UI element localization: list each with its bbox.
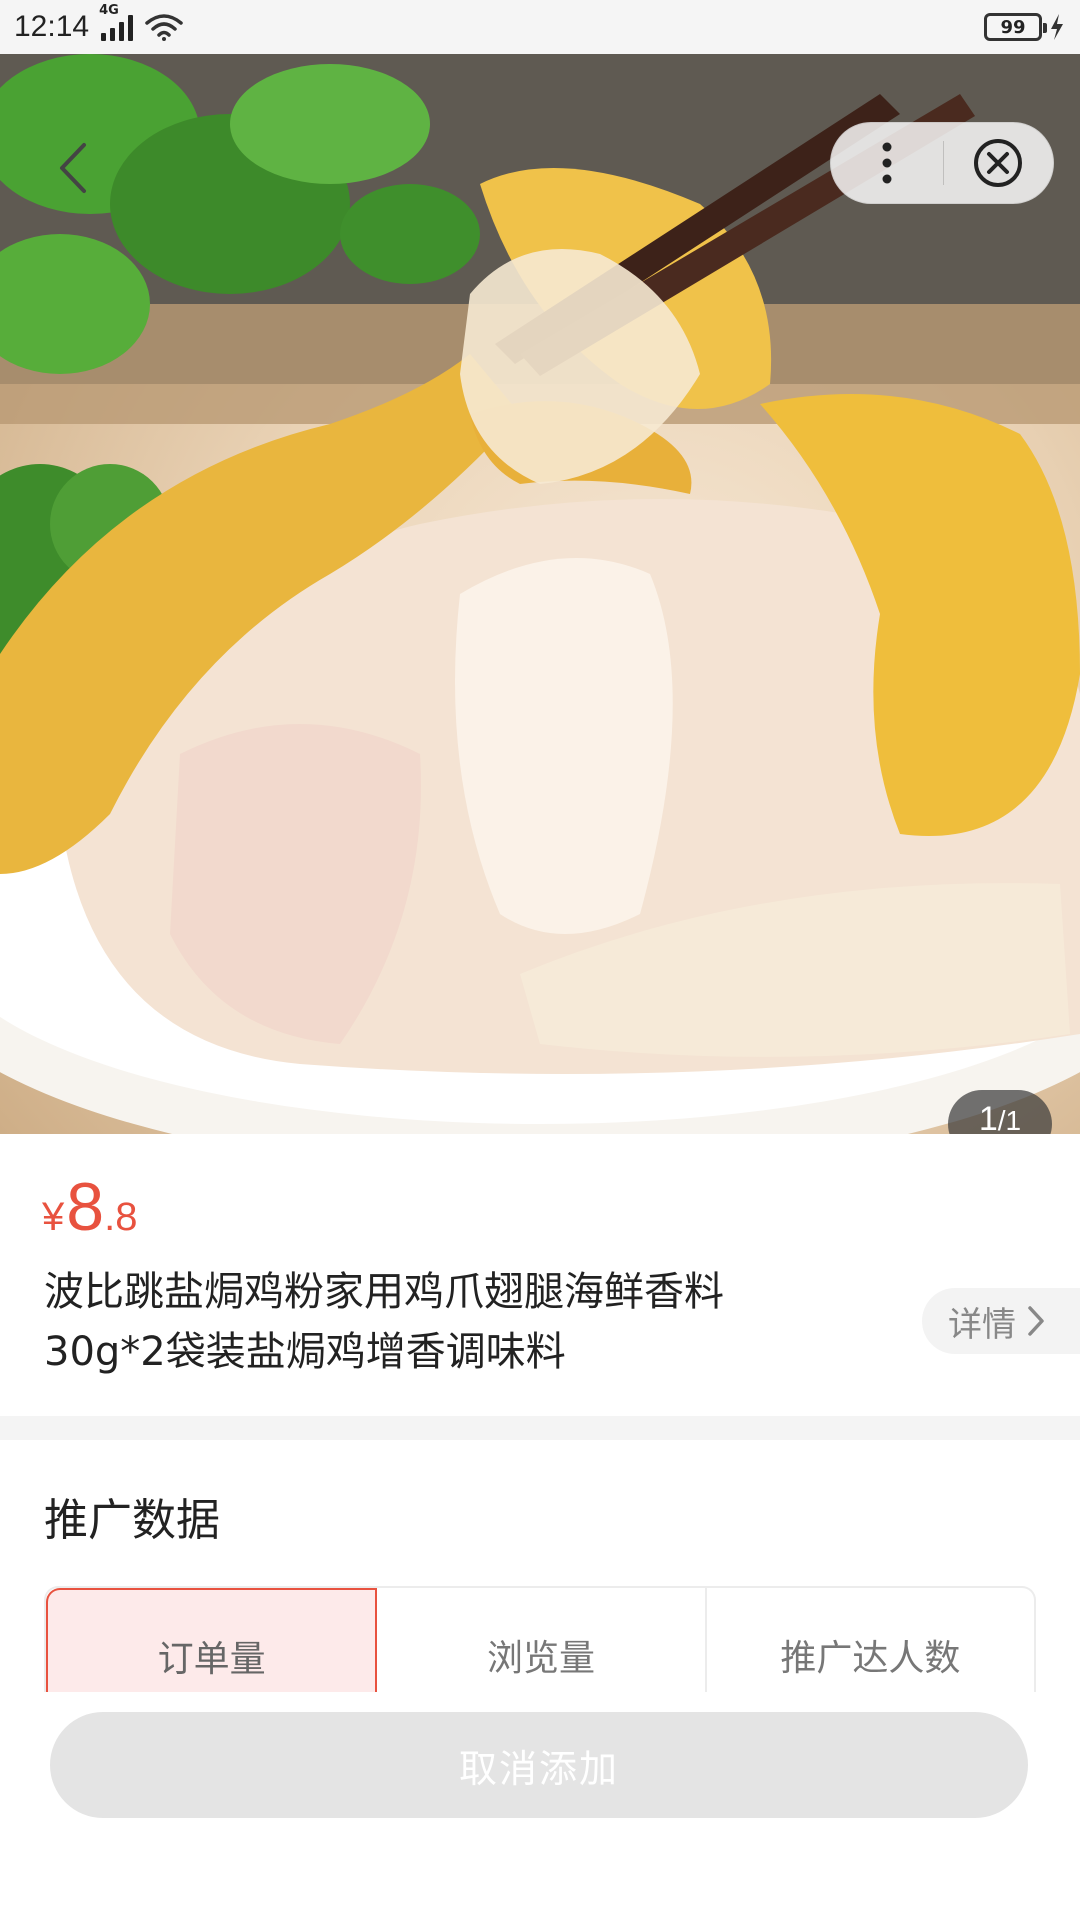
tab-views-label: 浏览量: [486, 1638, 595, 1679]
tab-orders-label: 订单量: [157, 1639, 266, 1680]
signal-icon: 4G: [99, 3, 134, 41]
pager-total: /1: [997, 1105, 1022, 1134]
status-bar: 12:14 4G 99: [0, 0, 1080, 54]
section-divider: [0, 1416, 1080, 1440]
tab-orders[interactable]: 订单量: [46, 1588, 378, 1692]
pager-current: 1: [978, 1100, 998, 1134]
tab-promoters-label: 推广达人数: [780, 1638, 961, 1679]
status-time: 12:14: [14, 10, 90, 43]
detail-button[interactable]: 详情: [922, 1288, 1080, 1354]
more-vertical-icon: [882, 142, 892, 184]
back-button[interactable]: [44, 138, 104, 198]
charging-icon: [1051, 14, 1063, 40]
product-title-line2: 30g*2袋装盐焗鸡增香调味料: [44, 1329, 566, 1375]
detail-label: 详情: [948, 1304, 1016, 1345]
chevron-left-icon: [60, 143, 86, 193]
tab-views[interactable]: 浏览量: [377, 1588, 707, 1692]
network-type: 4G: [99, 3, 119, 18]
close-circle-icon: [974, 139, 1023, 187]
cancel-add-button[interactable]: 取消添加: [50, 1712, 1028, 1818]
image-pager: 1 /1: [948, 1090, 1052, 1134]
product-title-line1: 波比跳盐焗鸡粉家用鸡爪翅腿海鲜香料: [44, 1269, 724, 1315]
price-decimal: .8: [104, 1195, 138, 1239]
price-integer: 8: [66, 1169, 105, 1245]
mini-program-capsule: [830, 122, 1054, 204]
battery-icon: 99: [984, 13, 1047, 41]
product-image[interactable]: 1 /1: [0, 54, 1080, 1134]
wifi-icon: [145, 14, 183, 41]
promo-tabs: 订单量 浏览量 推广达人数: [44, 1586, 1036, 1692]
tab-promoters[interactable]: 推广达人数: [707, 1588, 1034, 1692]
status-right: 99: [984, 13, 1066, 41]
product-photo: [0, 54, 1080, 1134]
close-button[interactable]: [944, 122, 1054, 204]
chevron-right-icon: [1028, 1306, 1044, 1336]
product-price: ¥ 8 .8: [42, 1168, 137, 1246]
price-symbol: ¥: [42, 1195, 65, 1239]
status-left: 12:14 4G: [14, 3, 183, 44]
promo-section-title: 推广数据: [44, 1495, 220, 1546]
more-button[interactable]: [831, 122, 943, 204]
product-title: 波比跳盐焗鸡粉家用鸡爪翅腿海鲜香料 30g*2袋装盐焗鸡增香调味料: [44, 1262, 804, 1382]
cancel-add-label: 取消添加: [458, 1746, 619, 1791]
battery-level: 99: [1000, 16, 1026, 38]
